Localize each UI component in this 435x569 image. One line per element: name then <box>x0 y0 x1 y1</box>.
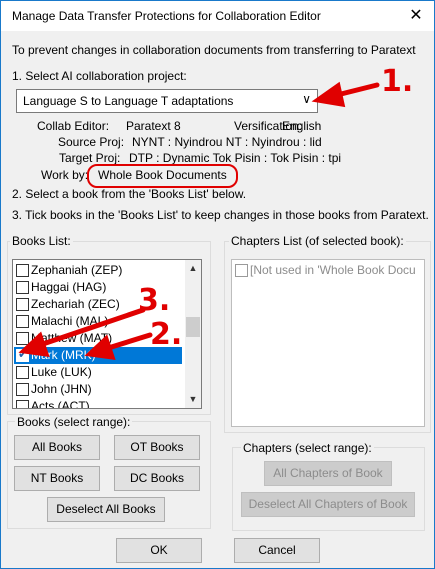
arrow-2-line <box>102 332 153 352</box>
annotation-2: 2. <box>150 317 183 352</box>
annotation-3: 3. <box>138 283 171 318</box>
arrow-1-head <box>311 81 346 108</box>
annotation-arrows <box>18 81 380 361</box>
arrow-3-head <box>18 331 50 358</box>
annotation-1: 1. <box>381 64 414 99</box>
arrow-2-head <box>84 334 116 361</box>
